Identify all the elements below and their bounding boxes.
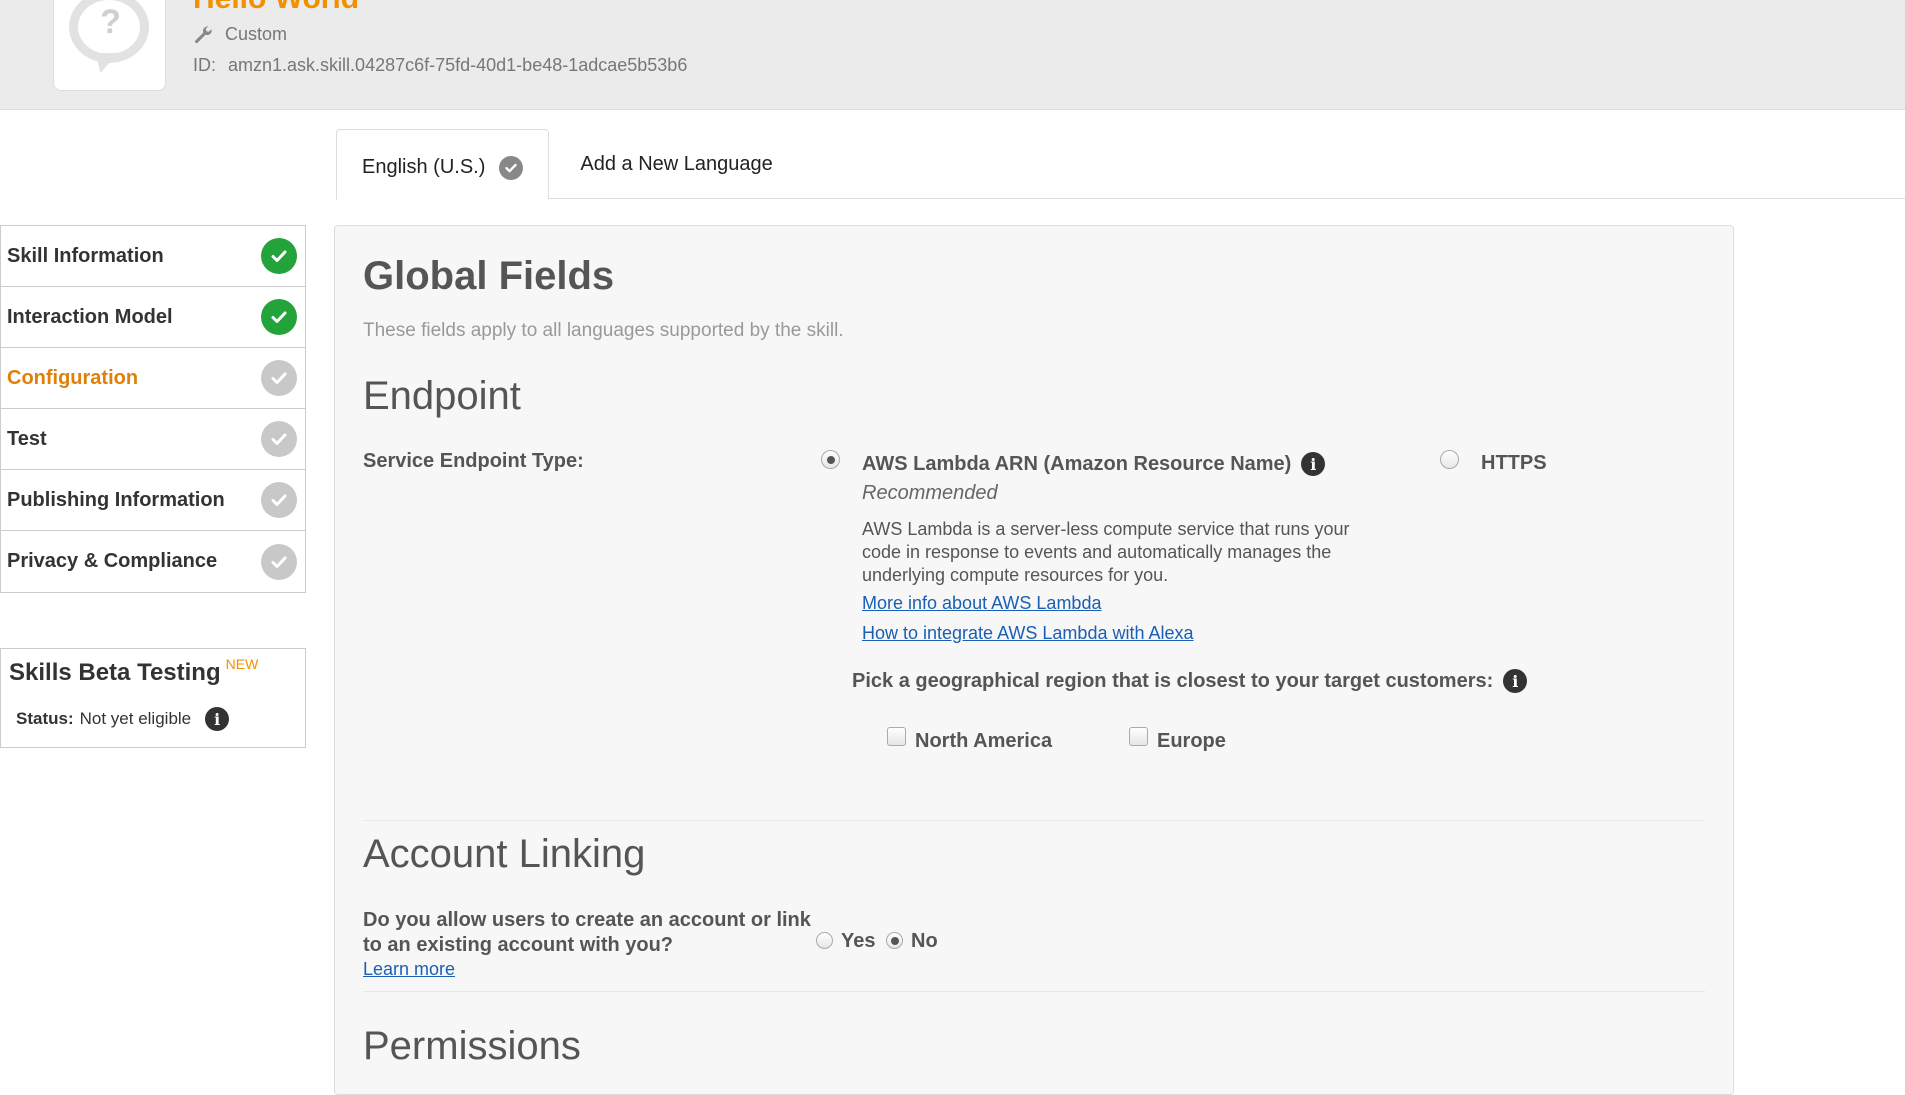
sidebar-item-privacy-compliance[interactable]: Privacy & Compliance (1, 531, 305, 592)
https-option-label: HTTPS (1481, 452, 1547, 474)
incomplete-check-icon (261, 543, 297, 580)
sidebar-item-label: Test (7, 427, 47, 450)
sidebar-item-publishing-information[interactable]: Publishing Information (1, 470, 305, 531)
region-prompt: Pick a geographical region that is close… (852, 669, 1528, 693)
global-fields-panel: Global Fields These fields apply to all … (334, 225, 1734, 1095)
info-icon[interactable]: i (205, 707, 230, 731)
sidebar-item-label: Privacy & Compliance (7, 550, 218, 572)
page-title: Global Fields (363, 254, 615, 298)
europe-checkbox[interactable] (1129, 727, 1148, 746)
skill-type-label: Custom (225, 24, 288, 44)
tab-label: English (U.S.) (362, 156, 486, 178)
skill-icon: ? (53, 0, 166, 91)
https-radio[interactable] (1440, 450, 1459, 469)
sidebar-item-configuration[interactable]: Configuration (1, 348, 305, 409)
lambda-option: AWS Lambda ARN (Amazon Resource Name) i (862, 452, 1326, 476)
beta-status-value: Not yet eligible (79, 709, 192, 728)
beta-title: Skills Beta Testing NEW (9, 656, 259, 686)
integrate-lambda-link[interactable]: How to integrate AWS Lambda with Alexa (862, 623, 1194, 644)
beta-status: Status: Not yet eligible i (16, 707, 297, 731)
wrench-icon (194, 25, 212, 43)
sidebar-nav: Skill Information Interaction Model Conf… (0, 225, 306, 593)
lambda-option-label: AWS Lambda ARN (Amazon Resource Name) (862, 452, 1292, 475)
yes-label: Yes (841, 930, 876, 952)
europe-label: Europe (1157, 730, 1226, 752)
account-linking-question: Do you allow users to create an account … (363, 909, 811, 956)
lambda-radio[interactable] (821, 450, 840, 469)
skill-id: ID: amzn1.ask.skill.04287c6f-75fd-40d1-be… (193, 55, 687, 76)
page-subtitle: These fields apply to all languages supp… (363, 320, 844, 341)
tab-english-us[interactable]: English (U.S.) (336, 129, 550, 200)
complete-check-icon (261, 299, 297, 335)
info-icon[interactable]: i (1301, 452, 1326, 476)
beta-status-label: Status: (16, 709, 74, 728)
more-info-lambda-link[interactable]: More info about AWS Lambda (862, 593, 1101, 614)
skill-type: Custom (193, 24, 287, 45)
section-divider (363, 820, 1705, 821)
recommended-label: Recommended (862, 482, 998, 504)
tab-label: Add a New Language (580, 152, 773, 175)
sidebar-item-test[interactable]: Test (1, 409, 305, 470)
no-label: No (911, 930, 938, 952)
incomplete-check-icon (261, 360, 297, 396)
beta-testing-panel: Skills Beta Testing NEW Status: Not yet e… (0, 648, 306, 748)
lambda-description: AWS Lambda is a server-less compute serv… (862, 519, 1350, 585)
account-linking-heading: Account Linking (363, 832, 646, 876)
account-linking-no-radio[interactable] (886, 932, 903, 949)
sidebar-item-label: Skill Information (7, 244, 164, 267)
sidebar-item-label: Configuration (7, 366, 139, 389)
learn-more-link[interactable]: Learn more (363, 959, 455, 980)
section-divider (363, 991, 1705, 992)
checkmark-icon (499, 155, 524, 180)
account-linking-yes-radio[interactable] (816, 932, 833, 949)
service-endpoint-type-label: Service Endpoint Type: (363, 450, 584, 472)
incomplete-check-icon (261, 482, 297, 518)
skill-name: Hello World (193, 0, 359, 16)
complete-check-icon (261, 238, 297, 274)
info-icon[interactable]: i (1503, 669, 1528, 693)
endpoint-heading: Endpoint (363, 374, 521, 418)
tab-add-new-language[interactable]: Add a New Language (549, 129, 797, 199)
sidebar-item-skill-information[interactable]: Skill Information (1, 226, 305, 287)
new-badge: NEW (225, 656, 259, 672)
skill-id-value: amzn1.ask.skill.04287c6f-75fd-40d1-be48-… (228, 55, 688, 75)
north-america-checkbox[interactable] (887, 727, 906, 746)
sidebar-item-label: Publishing Information (7, 488, 225, 511)
language-tabs: English (U.S.) Add a New Language (336, 129, 798, 200)
skill-id-label: ID: (193, 55, 217, 75)
permissions-heading: Permissions (363, 1024, 581, 1068)
sidebar-item-label: Interaction Model (7, 305, 173, 328)
north-america-label: North America (915, 730, 1053, 752)
skill-header: ? Hello World Custom ID: amzn1.ask.skill.… (0, 0, 1905, 110)
incomplete-check-icon (261, 421, 297, 457)
question-mark-glyph: ? (100, 3, 121, 41)
sidebar-item-interaction-model[interactable]: Interaction Model (1, 287, 305, 348)
